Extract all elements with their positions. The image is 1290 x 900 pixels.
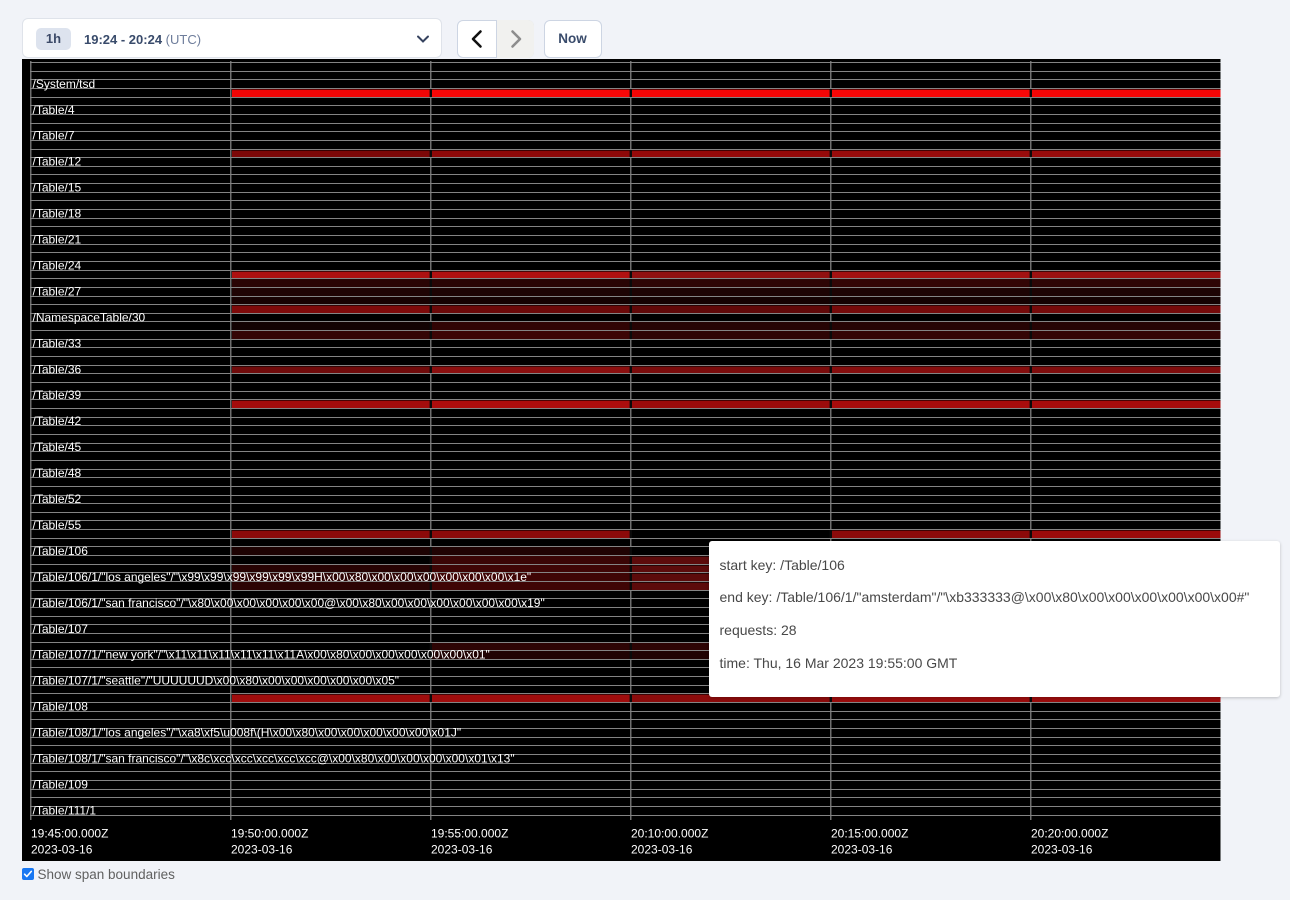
svg-text:/Table/107/1/"seattle"/"UUUUUU: /Table/107/1/"seattle"/"UUUUUUD\x00\x80\… — [33, 673, 400, 687]
svg-text:2023-03-16: 2023-03-16 — [231, 842, 293, 856]
svg-text:19:45:00.000Z: 19:45:00.000Z — [31, 826, 108, 840]
svg-text:/Table/106/1/"los angeles"/"\x: /Table/106/1/"los angeles"/"\x99\x99\x99… — [33, 569, 532, 583]
svg-text:/Table/48: /Table/48 — [33, 466, 82, 480]
svg-text:/Table/33: /Table/33 — [33, 336, 82, 350]
svg-text:19:55:00.000Z: 19:55:00.000Z — [431, 826, 508, 840]
svg-text:/System/tsd: /System/tsd — [33, 76, 96, 90]
svg-text:/Table/7: /Table/7 — [33, 128, 75, 142]
svg-text:2023-03-16: 2023-03-16 — [431, 842, 493, 856]
svg-text:2023-03-16: 2023-03-16 — [831, 842, 893, 856]
svg-text:/Table/12: /Table/12 — [33, 154, 82, 168]
svg-text:2023-03-16: 2023-03-16 — [1031, 842, 1093, 856]
svg-text:/Table/21: /Table/21 — [33, 232, 82, 246]
svg-text:/Table/111/1: /Table/111/1 — [33, 803, 97, 817]
svg-text:/Table/27: /Table/27 — [33, 284, 82, 298]
svg-text:/NamespaceTable/30: /NamespaceTable/30 — [33, 310, 146, 324]
svg-text:/Table/55: /Table/55 — [33, 517, 82, 531]
svg-text:/Table/108/1/"los angeles"/"\x: /Table/108/1/"los angeles"/"\xa8\xf5\u00… — [33, 725, 462, 739]
svg-text:/Table/39: /Table/39 — [33, 388, 82, 402]
svg-text:/Table/107: /Table/107 — [33, 621, 89, 635]
svg-text:/Table/109: /Table/109 — [33, 777, 89, 791]
svg-text:/Table/107/1/"new york"/"\x11\: /Table/107/1/"new york"/"\x11\x11\x11\x1… — [33, 647, 490, 661]
svg-text:/Table/106/1/"san francisco"/": /Table/106/1/"san francisco"/"\x80\x00\x… — [33, 595, 545, 609]
svg-text:/Table/108/1/"san francisco"/": /Table/108/1/"san francisco"/"\x8c\xcc\x… — [33, 751, 515, 765]
svg-text:/Table/52: /Table/52 — [33, 492, 82, 506]
svg-text:/Table/45: /Table/45 — [33, 440, 82, 454]
svg-text:/Table/106: /Table/106 — [33, 543, 89, 557]
svg-text:20:20:00.000Z: 20:20:00.000Z — [1031, 826, 1108, 840]
svg-text:2023-03-16: 2023-03-16 — [631, 842, 693, 856]
svg-text:/Table/24: /Table/24 — [33, 258, 82, 272]
svg-text:2023-03-16: 2023-03-16 — [31, 842, 93, 856]
svg-text:/Table/108: /Table/108 — [33, 699, 89, 713]
svg-text:/Table/42: /Table/42 — [33, 414, 82, 428]
svg-text:/Table/15: /Table/15 — [33, 180, 82, 194]
svg-text:/Table/36: /Table/36 — [33, 362, 82, 376]
svg-text:20:15:00.000Z: 20:15:00.000Z — [831, 826, 908, 840]
svg-text:20:10:00.000Z: 20:10:00.000Z — [631, 826, 708, 840]
svg-text:/Table/4: /Table/4 — [33, 102, 75, 116]
svg-text:19:50:00.000Z: 19:50:00.000Z — [231, 826, 308, 840]
svg-text:/Table/18: /Table/18 — [33, 206, 82, 220]
